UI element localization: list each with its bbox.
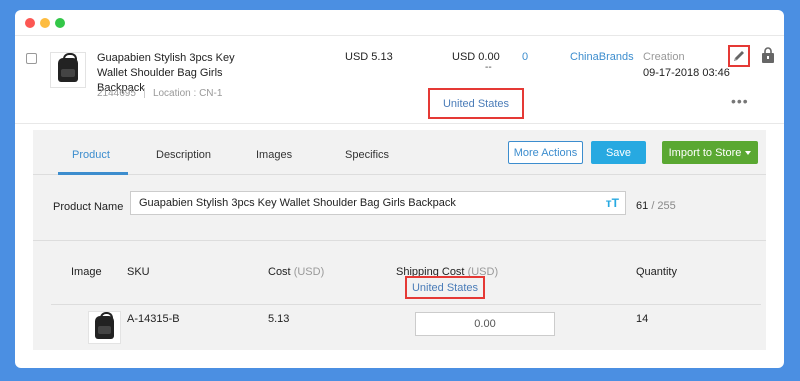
lock-bag-icon[interactable]	[761, 47, 775, 63]
table-divider	[51, 304, 761, 305]
tab-description[interactable]: Description	[156, 149, 211, 161]
created-date: 09-17-2018 03:46	[643, 67, 730, 79]
product-name-input[interactable]: Guapabien Stylish 3pcs Key Wallet Should…	[130, 191, 626, 215]
product-meta: 2144695 Location : CN-1	[97, 88, 222, 99]
shipping-country-link[interactable]: United States	[428, 88, 524, 119]
tab-bar: Product Description Images Specifics Mor…	[33, 130, 766, 175]
product-name-value: Guapabien Stylish 3pcs Key Wallet Should…	[139, 197, 456, 209]
product-shipping: USD 0.00	[452, 51, 500, 63]
maximize-window-button[interactable]	[55, 18, 65, 28]
import-to-store-button[interactable]: Import to Store	[662, 141, 758, 164]
tab-images[interactable]: Images	[256, 149, 292, 161]
sku-value: A-14315-B	[127, 313, 180, 325]
cost-value: 5.13	[268, 313, 290, 325]
column-header-image: Image	[71, 266, 102, 278]
product-price: USD 5.13	[345, 51, 393, 63]
select-checkbox[interactable]	[26, 53, 37, 64]
quantity-value: 14	[636, 313, 649, 325]
product-id: 2144695	[97, 88, 136, 99]
cost-unit: (USD)	[293, 266, 325, 278]
minimize-window-button[interactable]	[40, 18, 50, 28]
sku-table: Image SKU Cost (USD) Shipping Cost (USD)…	[33, 240, 766, 350]
edit-button[interactable]	[728, 45, 750, 67]
product-thumbnail[interactable]	[50, 52, 86, 88]
import-label: Import to Store	[668, 146, 742, 159]
tab-product[interactable]: Product	[72, 149, 110, 161]
product-name-row: Product Name Guapabien Stylish 3pcs Key …	[33, 186, 766, 234]
sku-shipping-country-link[interactable]: United States	[405, 276, 485, 299]
quantity-link[interactable]: 0	[522, 51, 528, 63]
character-count: 61 / 255	[636, 200, 676, 212]
title-bar	[15, 10, 784, 35]
more-actions-button[interactable]: More Actions	[508, 141, 583, 164]
character-count-value: 61	[636, 200, 649, 212]
tab-specifics[interactable]: Specifics	[345, 149, 389, 161]
sku-thumbnail[interactable]	[88, 311, 121, 344]
save-button[interactable]: Save	[591, 141, 646, 164]
character-count-max: / 255	[651, 200, 676, 212]
product-name-label: Product Name	[53, 201, 124, 213]
column-header-sku: SKU	[127, 266, 150, 278]
shipping-cost-input[interactable]: 0.00	[415, 312, 555, 336]
more-icon[interactable]: •••	[731, 94, 749, 108]
column-header-cost: Cost (USD)	[268, 266, 324, 278]
column-header-quantity: Quantity	[636, 266, 677, 278]
shipping-dash: --	[485, 62, 492, 73]
created-label: Creation	[643, 51, 685, 63]
cost-label: Cost	[268, 266, 291, 278]
text-size-icon[interactable]: тT	[606, 196, 619, 210]
product-row: Guapabien Stylish 3pcs Key Wallet Should…	[15, 35, 784, 124]
pencil-icon	[734, 51, 744, 61]
close-window-button[interactable]	[25, 18, 35, 28]
product-location: Location : CN-1	[152, 88, 223, 99]
supplier-link[interactable]: ChinaBrands	[570, 51, 634, 63]
app-window: Guapabien Stylish 3pcs Key Wallet Should…	[15, 10, 784, 368]
active-tab-indicator	[58, 172, 128, 175]
caret-down-icon	[745, 150, 752, 155]
edit-panel: Product Description Images Specifics Mor…	[33, 130, 766, 350]
